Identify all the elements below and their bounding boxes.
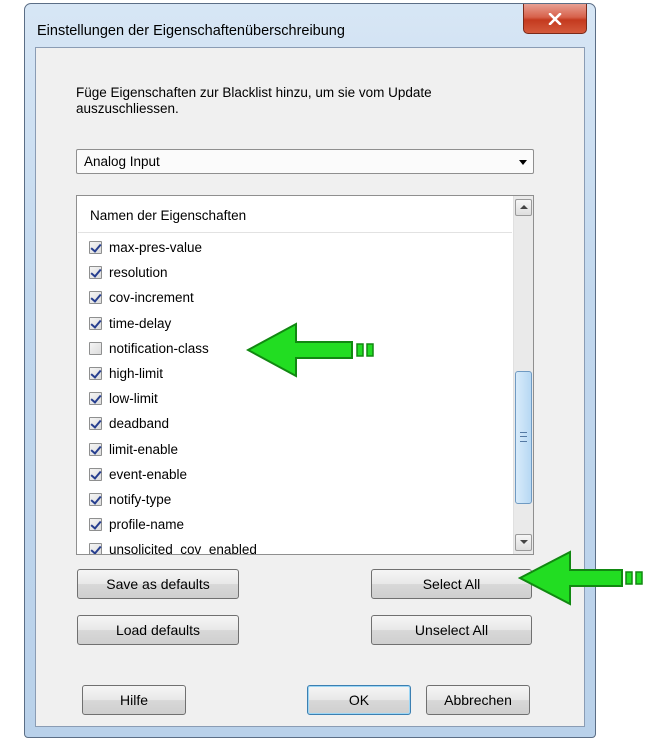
property-label: time-delay bbox=[109, 315, 172, 331]
column-header-label: Namen der Eigenschaften bbox=[90, 208, 247, 223]
scroll-up-button[interactable] bbox=[515, 199, 532, 216]
annotation-arrow-select-all-icon bbox=[518, 550, 643, 606]
vertical-scrollbar[interactable] bbox=[513, 196, 533, 554]
property-row[interactable]: notify-type bbox=[77, 488, 513, 513]
select-all-button[interactable]: Select All bbox=[371, 569, 532, 599]
property-row[interactable]: deadband bbox=[77, 412, 513, 437]
property-checkbox[interactable] bbox=[89, 366, 102, 380]
grip-icon bbox=[520, 432, 527, 442]
property-checkbox[interactable] bbox=[89, 417, 102, 431]
property-checkbox[interactable] bbox=[89, 241, 102, 254]
property-row[interactable]: low-limit bbox=[77, 387, 513, 412]
property-label: high-limit bbox=[109, 365, 164, 381]
property-label: resolution bbox=[109, 265, 168, 281]
property-row[interactable]: max-pres-value bbox=[77, 236, 513, 261]
property-label: event-enable bbox=[109, 466, 188, 482]
property-checkbox[interactable] bbox=[89, 291, 102, 305]
property-label: notify-type bbox=[109, 491, 172, 507]
list-column-header[interactable]: Namen der Eigenschaften bbox=[78, 197, 512, 233]
scroll-thumb[interactable] bbox=[515, 371, 532, 504]
close-button[interactable] bbox=[523, 4, 587, 34]
property-row[interactable]: cov-increment bbox=[77, 286, 513, 311]
ok-button[interactable]: OK bbox=[307, 685, 411, 715]
property-checkbox[interactable] bbox=[89, 492, 102, 506]
property-label: profile-name bbox=[109, 517, 185, 533]
dialog-body: Füge Eigenschaften zur Blacklist hinzu, … bbox=[35, 47, 585, 727]
property-checkbox[interactable] bbox=[89, 518, 102, 532]
annotation-arrow-notification-icon bbox=[246, 322, 374, 378]
description-text: Füge Eigenschaften zur Blacklist hinzu, … bbox=[76, 85, 432, 116]
property-label: max-pres-value bbox=[109, 240, 203, 255]
window-title: Einstellungen der Eigenschaftenüberschre… bbox=[37, 23, 345, 39]
property-rows: max-pres-value resolution cov-increment tim… bbox=[77, 236, 513, 555]
property-label: unsolicited_cov_enabled bbox=[109, 542, 257, 555]
property-row[interactable]: profile-name bbox=[77, 513, 513, 538]
property-label: deadband bbox=[109, 416, 170, 432]
property-checkbox[interactable] bbox=[89, 316, 102, 330]
property-checkbox[interactable] bbox=[89, 442, 102, 456]
property-label: limit-enable bbox=[109, 441, 179, 457]
unselect-all-button[interactable]: Unselect All bbox=[371, 615, 532, 645]
property-checkbox[interactable] bbox=[89, 341, 102, 355]
property-checkbox[interactable] bbox=[89, 392, 102, 406]
property-row[interactable]: event-enable bbox=[77, 463, 513, 488]
chevron-down-icon bbox=[519, 160, 527, 165]
load-defaults-button[interactable]: Load defaults bbox=[77, 615, 239, 645]
property-checkbox[interactable] bbox=[89, 543, 102, 554]
property-label: notification-class bbox=[109, 340, 209, 356]
property-label: cov-increment bbox=[109, 290, 194, 306]
object-type-dropdown[interactable]: Analog Input bbox=[76, 149, 534, 174]
object-type-value: Analog Input bbox=[84, 154, 160, 169]
property-row[interactable]: resolution bbox=[77, 261, 513, 286]
property-checkbox[interactable] bbox=[89, 467, 102, 481]
cancel-button[interactable]: Abbrechen bbox=[426, 685, 530, 715]
property-row[interactable]: limit-enable bbox=[77, 438, 513, 463]
close-icon bbox=[548, 12, 562, 25]
property-checkbox[interactable] bbox=[89, 266, 102, 280]
scroll-down-button[interactable] bbox=[515, 534, 532, 551]
save-defaults-button[interactable]: Save as defaults bbox=[77, 569, 239, 599]
help-button[interactable]: Hilfe bbox=[82, 685, 186, 715]
property-label: low-limit bbox=[109, 391, 158, 407]
property-row[interactable]: unsolicited_cov_enabled bbox=[77, 538, 513, 555]
